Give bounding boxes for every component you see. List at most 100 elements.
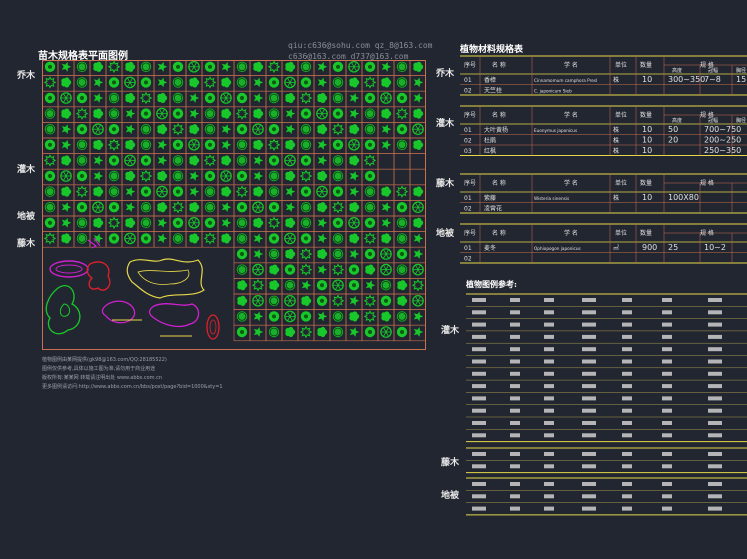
plant-symbol [267, 60, 281, 74]
plant-symbol [125, 186, 136, 197]
list-entry [708, 494, 722, 499]
table-cell: 香樟 [484, 76, 496, 84]
list-entry [622, 322, 632, 327]
plant-symbol [253, 327, 264, 337]
list-entry [544, 506, 554, 511]
plant-symbol [381, 139, 392, 150]
plant-symbol [395, 185, 409, 198]
plant-symbol [411, 278, 425, 292]
plant-symbol [60, 92, 72, 104]
plant-symbol [189, 77, 200, 88]
plant-symbol [380, 248, 392, 260]
plant-symbol [140, 217, 152, 228]
table-cell: 10 [642, 75, 652, 84]
list-entry [582, 371, 596, 376]
plant-symbol [235, 185, 249, 198]
reference-grid [466, 447, 747, 474]
table-cell: 03 [464, 148, 472, 155]
table-cell: 50 [668, 125, 678, 134]
plant-symbol [204, 108, 216, 119]
plant-symbol [332, 233, 344, 244]
plant-symbol [140, 186, 152, 197]
plant-symbol [204, 217, 216, 228]
plant-symbol [44, 186, 56, 197]
plant-symbol [363, 294, 377, 308]
plant-symbol [221, 139, 232, 150]
plant-symbol [349, 311, 360, 322]
plant-symbol [300, 311, 312, 322]
plant-symbol [413, 61, 424, 72]
plant-symbol [220, 92, 232, 104]
plant-symbol [204, 61, 216, 72]
plant-symbol [267, 138, 281, 152]
table-header: 单位 [615, 229, 627, 237]
plant-symbol [236, 61, 248, 72]
plant-symbol [61, 77, 72, 88]
plant-symbol [349, 186, 360, 197]
note-line: 版权所有:某某网 转载请注明出处 www.abbs.com.cn [42, 375, 163, 381]
plant-symbol [396, 92, 408, 104]
list-entry [472, 359, 486, 364]
list-entry [662, 482, 672, 486]
plant-symbol [332, 92, 344, 104]
plant-symbol [348, 61, 360, 73]
plant-symbol [317, 61, 328, 72]
plant-symbol [363, 154, 377, 167]
list-entry [622, 371, 632, 376]
list-entry [582, 433, 596, 438]
plant-symbol [268, 202, 280, 213]
list-entry [544, 452, 554, 456]
list-entry [582, 334, 596, 339]
plant-symbol [413, 139, 424, 150]
plant-symbol [252, 201, 264, 213]
plant-symbol [332, 186, 344, 197]
plant-symbol [93, 155, 104, 166]
plant-symbol [317, 311, 328, 322]
list-entry [472, 482, 486, 486]
table-cell: 01 [464, 195, 472, 202]
list-entry [472, 494, 486, 499]
plant-symbol [44, 61, 56, 72]
plant-symbol [349, 77, 360, 88]
list-entry [510, 433, 520, 438]
plant-symbol [381, 61, 392, 72]
list-entry [544, 310, 554, 315]
table-header: 规 格 [700, 229, 714, 237]
plant-symbol [188, 61, 200, 73]
plant-symbol [269, 264, 280, 275]
plant-symbol [204, 139, 216, 150]
spec-table: 序号 名 称 学 名 单位 数量 规 格 01 紫藤 Wisteria sinensis 株 10 1… [460, 173, 747, 214]
plant-symbol [413, 108, 424, 119]
table-subheader: 冠幅 [708, 117, 718, 124]
plant-symbol [204, 92, 216, 104]
table-cell: 200~250 [704, 136, 741, 145]
table-header: 名 称 [492, 111, 506, 119]
plant-symbol [125, 202, 136, 213]
list-entry [472, 371, 486, 376]
list-entry [510, 482, 520, 486]
plant-symbol [157, 92, 168, 104]
plant-symbol [332, 155, 344, 166]
table-cell: 02 [464, 88, 472, 95]
list-entry [472, 384, 486, 389]
plant-symbol [75, 107, 89, 120]
plant-symbol [348, 217, 360, 229]
plant-symbol [172, 139, 184, 150]
plant-symbol [221, 202, 232, 213]
table-subheader: 高度 [672, 67, 682, 74]
plant-symbol [172, 108, 184, 119]
plant-symbol [253, 171, 264, 181]
plant-symbol [221, 233, 232, 244]
plant-symbol [108, 77, 120, 88]
plant-symbol [221, 61, 232, 72]
plant-symbol [268, 326, 280, 338]
hedge-shapes [45, 237, 220, 340]
spec-table: 序号 名 称 学 名 单位 数量 规 格 01 麦冬 Ophiopogon japonicus ㎡… [460, 223, 747, 264]
plant-symbol [188, 139, 200, 151]
plant-symbol [76, 155, 88, 166]
list-entry [662, 322, 672, 327]
plant-symbol [317, 202, 328, 213]
table-cell: 20 [668, 136, 678, 145]
reference-grid [466, 293, 747, 443]
plant-symbol [381, 202, 392, 213]
